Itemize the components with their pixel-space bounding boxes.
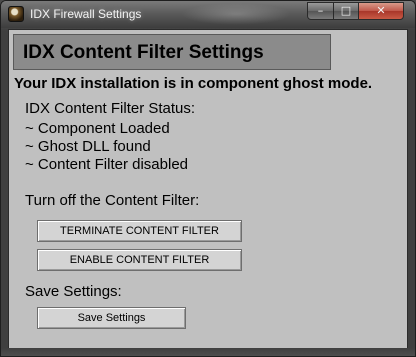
save-settings-label: Save Settings: (25, 283, 122, 300)
client-area: IDX Content Filter Settings Your IDX ins… (8, 29, 408, 349)
ghost-mode-notice: Your IDX installation is in component gh… (14, 75, 373, 92)
status-line: ~ Component Loaded (25, 120, 170, 137)
window-title: IDX Firewall Settings (30, 7, 142, 21)
app-window: IDX Firewall Settings – □ ✕ IDX Content … (0, 0, 416, 357)
enable-content-filter-button[interactable]: ENABLE CONTENT FILTER (37, 249, 242, 271)
status-line: ~ Ghost DLL found (25, 138, 151, 155)
minimize-button[interactable]: – (307, 2, 334, 20)
status-heading: IDX Content Filter Status: (25, 100, 196, 117)
page-title: IDX Content Filter Settings (23, 42, 264, 63)
title-glare (181, 3, 291, 25)
terminate-content-filter-button[interactable]: TERMINATE CONTENT FILTER (37, 220, 242, 242)
title-bar[interactable]: IDX Firewall Settings – □ ✕ (1, 1, 415, 28)
maximize-button[interactable]: □ (333, 2, 359, 20)
header-panel: IDX Content Filter Settings (13, 34, 331, 70)
status-line: ~ Content Filter disabled (25, 156, 189, 173)
close-button[interactable]: ✕ (358, 2, 404, 20)
save-settings-button[interactable]: Save Settings (37, 307, 186, 329)
window-bottom-border (1, 348, 415, 356)
app-icon[interactable] (8, 6, 24, 22)
turn-off-label: Turn off the Content Filter: (25, 192, 200, 209)
